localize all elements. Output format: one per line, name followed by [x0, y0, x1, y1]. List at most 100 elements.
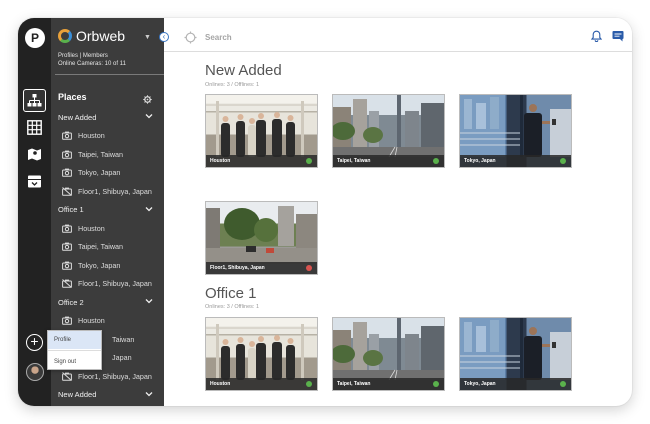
camera-tile[interactable]: Houston: [205, 317, 318, 391]
status-dot-online: [433, 381, 439, 387]
sidebar-item-label: Tokyo, Japan: [78, 168, 121, 178]
camera-feed: [460, 95, 571, 157]
section-title: Office 1: [205, 285, 257, 302]
camera-icon: [62, 261, 72, 270]
sidebar-item-label: Houston: [78, 316, 105, 326]
camera-feed: [333, 95, 444, 158]
brand[interactable]: Orbweb: [58, 28, 125, 44]
sidebar-item-label: Houston: [78, 131, 105, 141]
chevron-down-icon[interactable]: [145, 206, 153, 212]
camera-label: Houston: [210, 381, 231, 387]
section-stats: Onlines: 3 / Offlines: 1: [205, 304, 260, 310]
main-content: New Added Onlines: 3 / Offlines: 1 Houst…: [164, 53, 632, 406]
gear-icon[interactable]: [143, 91, 152, 109]
divider: [48, 350, 101, 351]
sidebar-item-label: Floor1, Shibuya, Japan: [78, 186, 152, 196]
archive-icon[interactable]: [23, 170, 46, 193]
divider: [55, 74, 164, 75]
camera-feed: [333, 318, 444, 381]
search-icon[interactable]: [184, 31, 197, 44]
map-icon[interactable]: [23, 143, 46, 166]
sidebar-item[interactable]: Houston: [51, 312, 164, 331]
top-bar: Search: [164, 18, 632, 52]
camera-icon: [62, 316, 72, 326]
camera-tile[interactable]: Tokyo, Japan: [459, 317, 572, 391]
chevron-down-icon[interactable]: [145, 113, 153, 119]
sidebar-item-label: Floor1, Shibuya, Japan: [78, 279, 152, 289]
camera-icon: [62, 242, 72, 252]
camera-feed: [206, 95, 317, 157]
sidebar-item[interactable]: Houston: [51, 127, 164, 146]
collapse-sidebar-button[interactable]: ‹: [159, 32, 169, 42]
camera-offline-icon: [62, 371, 72, 381]
camera-icon: [62, 131, 72, 141]
camera-label: Tokyo, Japan: [464, 381, 496, 387]
status-dot-offline: [306, 265, 312, 271]
places-icon[interactable]: [23, 89, 46, 112]
online-cameras-count: Online Cameras: 10 of 11: [58, 61, 126, 67]
camera-feed: [460, 318, 571, 380]
sidebar-item[interactable]: Floor1, Shibuya, Japan: [51, 275, 164, 294]
status-dot-online: [560, 158, 566, 164]
group-header[interactable]: Office 1: [51, 201, 164, 220]
group-label: New Added: [58, 390, 97, 400]
profile-links[interactable]: Profiles | Members: [58, 53, 108, 59]
add-icon[interactable]: +: [26, 334, 43, 351]
camera-label: Taipei, Taiwan: [337, 381, 371, 387]
sidebar-item[interactable]: Tokyo, Japan: [51, 256, 164, 275]
camera-icon: [62, 224, 72, 233]
bell-icon[interactable]: [591, 30, 602, 42]
chevron-down-icon[interactable]: [145, 298, 153, 304]
camera-label: Houston: [210, 158, 231, 164]
chevron-down-icon[interactable]: [145, 391, 153, 397]
search-input[interactable]: Search: [205, 33, 232, 42]
menu-item-sign-out[interactable]: Sign out: [48, 353, 101, 371]
camera-tile[interactable]: Taipei, Taiwan: [332, 94, 445, 168]
app-logo-icon[interactable]: P: [25, 28, 45, 48]
camera-tile[interactable]: Tokyo, Japan: [459, 94, 572, 168]
group-label: New Added: [58, 112, 97, 122]
section-stats: Onlines: 3 / Offlines: 1: [205, 82, 260, 88]
sidebar-item[interactable]: Taipei, Taiwan: [51, 238, 164, 257]
brand-logo-icon: [58, 29, 72, 43]
status-dot-online: [306, 158, 312, 164]
camera-label: Taipei, Taiwan: [337, 158, 371, 164]
camera-icon: [62, 168, 72, 178]
chevron-down-icon[interactable]: ▼: [144, 34, 151, 41]
camera-tile[interactable]: Houston: [205, 94, 318, 168]
status-dot-online: [306, 381, 312, 387]
camera-feed: [206, 206, 317, 264]
group-header[interactable]: New Added: [51, 386, 164, 405]
status-dot-online: [560, 381, 566, 387]
group-header[interactable]: Office 2: [51, 293, 164, 312]
sidebar-item-label: Tokyo, Japan: [78, 260, 121, 270]
sidebar-item[interactable]: Taipei, Taiwan: [51, 145, 164, 164]
sidebar-item-label: Floor1, Shibuya, Japan: [78, 371, 152, 381]
camera-label: Tokyo, Japan: [464, 158, 496, 164]
camera-tile[interactable]: Taipei, Taiwan: [332, 317, 445, 391]
sidebar-item[interactable]: Floor1, Shibuya, Japan: [51, 182, 164, 201]
camera-feed: [206, 318, 317, 380]
menu-item-profile[interactable]: Profile: [48, 331, 101, 349]
sidebar-item[interactable]: Houston: [51, 219, 164, 238]
avatar[interactable]: [26, 363, 44, 381]
sidebar-item-label: Houston: [78, 223, 105, 233]
chat-icon[interactable]: [612, 30, 624, 42]
camera-offline-icon: [62, 279, 72, 289]
sidebar-item-label: Taipei, Taiwan: [78, 242, 124, 252]
camera-tile[interactable]: Floor1, Shibuya, Japan: [205, 201, 318, 275]
group-label: Office 1: [58, 205, 84, 215]
camera-icon: [62, 150, 72, 159]
profile-menu: Profile Sign out: [47, 330, 102, 370]
grid-icon[interactable]: [23, 116, 46, 139]
sidebar-item[interactable]: Tokyo, Japan: [51, 164, 164, 183]
section-title: New Added: [205, 62, 282, 79]
group-header[interactable]: New Added: [51, 108, 164, 127]
sidebar-item-label: Taipei, Taiwan: [78, 149, 124, 159]
app-window: P + Orbweb ▼ Profiles | Members Online C…: [18, 18, 632, 406]
brand-name: Orbweb: [76, 28, 126, 44]
camera-offline-icon: [62, 186, 72, 196]
places-heading: Places: [58, 92, 87, 102]
camera-label: Floor1, Shibuya, Japan: [210, 265, 265, 271]
group-label: Office 2: [58, 297, 84, 307]
